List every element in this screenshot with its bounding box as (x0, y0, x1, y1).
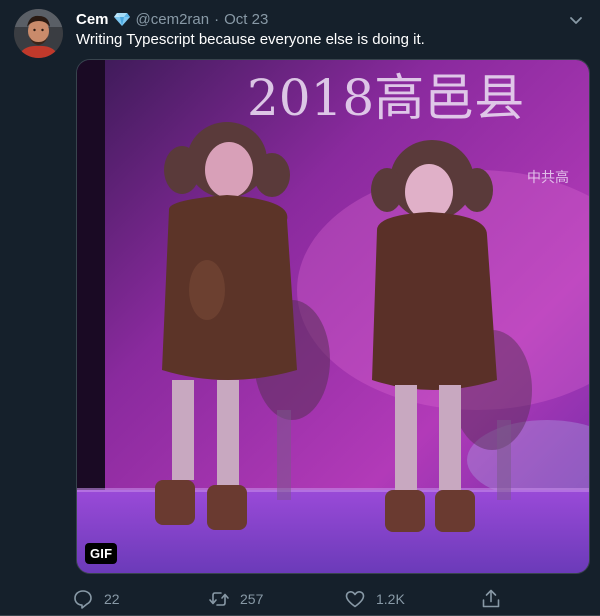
reply-count: 22 (104, 591, 120, 607)
like-button[interactable]: 1.2K (344, 588, 434, 610)
more-options-button[interactable] (564, 9, 588, 31)
retweet-button[interactable]: 257 (208, 588, 298, 610)
reply-button[interactable]: 22 (72, 588, 162, 610)
tweet-text: Writing Typescript because everyone else… (76, 31, 425, 48)
gif-frame: 2018高邑县 中共高 (77, 60, 589, 573)
tweet-actions: 22 257 1.2K (72, 584, 512, 614)
timestamp[interactable]: Oct 23 (224, 11, 268, 28)
separator-dot: · (214, 10, 220, 28)
retweet-count: 257 (240, 591, 264, 607)
gif-badge: GIF (85, 543, 118, 564)
display-name[interactable]: Cem (76, 11, 109, 28)
share-button[interactable] (480, 588, 512, 610)
diamond-icon (113, 10, 131, 28)
user-handle[interactable]: @cem2ran (136, 11, 210, 28)
avatar-photo (14, 9, 63, 58)
tweet[interactable]: Cem @cem2ran · Oct 23 Writing Typescript… (0, 0, 600, 616)
chevron-down-icon (570, 17, 582, 24)
reply-icon (72, 588, 94, 610)
share-icon (480, 588, 502, 610)
tweet-header: Cem @cem2ran · Oct 23 (76, 9, 560, 29)
avatar[interactable] (14, 9, 63, 58)
banner-text: 2018高邑县 (247, 69, 524, 127)
heart-icon (344, 588, 366, 610)
banner-subtext: 中共高 (527, 169, 569, 186)
retweet-icon (208, 588, 230, 610)
like-count: 1.2K (376, 591, 405, 607)
gif-media[interactable]: 2018高邑县 中共高 GIF (76, 59, 590, 574)
